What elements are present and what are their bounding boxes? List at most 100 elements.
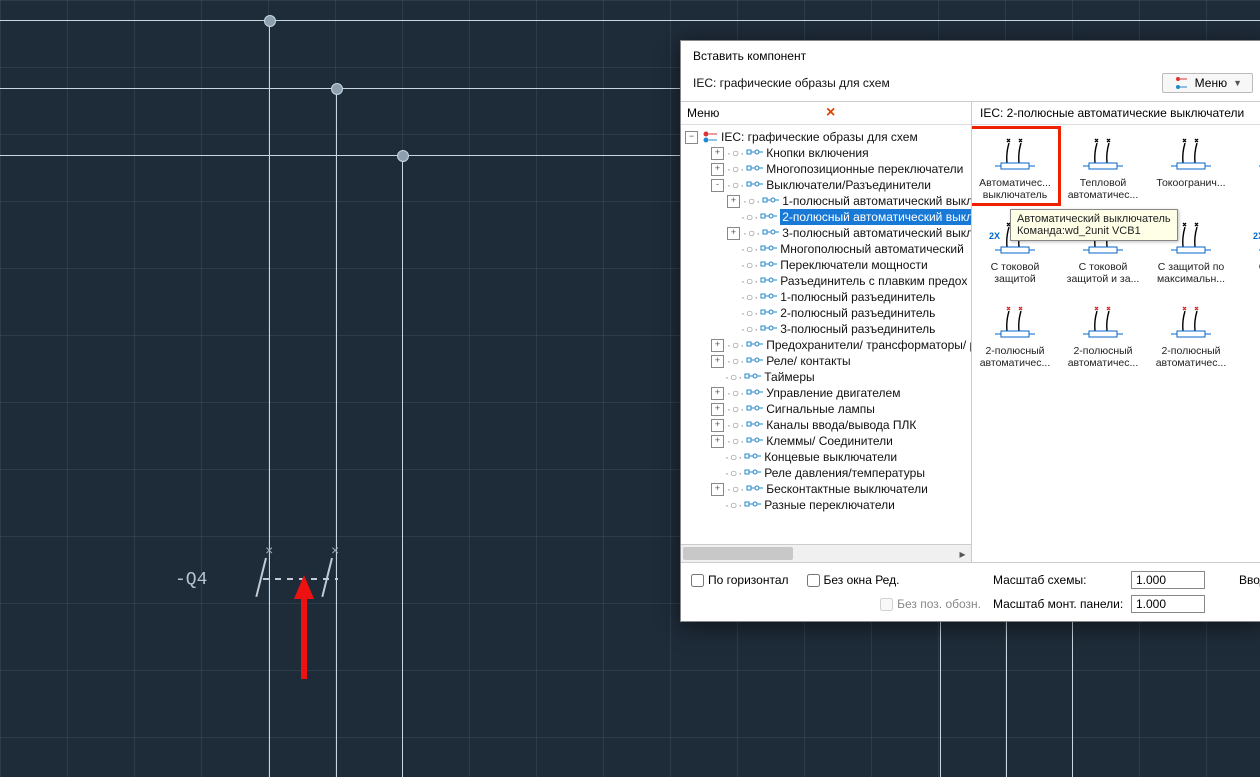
scrollbar-thumb[interactable] — [683, 547, 793, 560]
tree-connector-icon: ·○· — [727, 161, 745, 177]
tree-item[interactable]: ·○· 2-полюсный разъединитель — [685, 305, 971, 321]
scale-scheme-input[interactable] — [1131, 571, 1205, 589]
component-icon — [746, 434, 764, 448]
tree-item[interactable]: +·○·Многопозиционные переключатели — [685, 161, 971, 177]
tree-item[interactable]: ·○·Реле давления/температуры — [685, 465, 971, 481]
tree-connector-icon: ·○· — [727, 385, 745, 401]
tree-item-label: 2-полюсный разъединитель — [780, 305, 935, 321]
tree-root[interactable]: − IEC: графические образы для схем — [685, 129, 971, 145]
tree-item[interactable]: ·○·Разъединитель с плавким предох — [685, 273, 971, 289]
tree-item[interactable]: +·○·Реле/ контакты — [685, 353, 971, 369]
tree-item[interactable]: +·○·Предохранители/ трансформаторы/ р — [685, 337, 971, 353]
tree-item[interactable]: +·○·Бесконтактные выключатели — [685, 481, 971, 497]
tree-item[interactable]: +·○·3-полюсный автоматический выкл — [685, 225, 971, 241]
tree-item[interactable]: ·○·Разные переключатели — [685, 497, 971, 513]
symbol-thumbnail[interactable]: 2XС защитмаксим — [1238, 215, 1260, 285]
svg-text:2X: 2X — [989, 231, 1000, 241]
no-edit-label: Без окна Ред. — [824, 573, 900, 587]
annotation-arrow — [304, 575, 314, 679]
expand-toggle[interactable]: + — [711, 435, 724, 448]
tree-item[interactable]: ·○·Таймеры — [685, 369, 971, 385]
tree-item[interactable]: ·○·Переключатели мощности — [685, 257, 971, 273]
expand-toggle[interactable]: + — [711, 483, 724, 496]
tree-connector-icon: ·○· — [727, 337, 745, 353]
expand-toggle[interactable]: + — [711, 147, 724, 160]
tree-item[interactable]: +·○·1-полюсный автоматический выкл — [685, 193, 971, 209]
symbol-thumbnail[interactable]: 2-полюсныйавтоматичес... — [974, 299, 1056, 369]
tree-header-label: Меню — [687, 106, 826, 120]
svg-text:2X: 2X — [1253, 231, 1260, 241]
thumbnail-label-2: защитой — [974, 273, 1056, 285]
tree-item[interactable]: ·○·3-полюсный разъединитель — [685, 321, 971, 337]
tree-item[interactable]: +·○·Управление двигателем — [685, 385, 971, 401]
tree-connector-icon: ·○· — [741, 289, 759, 305]
tree-connector-icon: ·○· — [741, 241, 759, 257]
drop-line-3 — [402, 155, 403, 777]
tree-item[interactable]: +·○·Кнопки включения — [685, 145, 971, 161]
component-icon — [744, 466, 762, 480]
menu-button[interactable]: Меню ▼ — [1162, 73, 1253, 93]
thumbnail-preview — [1159, 299, 1223, 343]
expand-toggle[interactable]: + — [727, 227, 740, 240]
expand-toggle[interactable]: - — [711, 179, 724, 192]
component-icon — [760, 242, 778, 256]
thumbnail-label-2: максим — [1238, 273, 1260, 285]
tree-root-label: IEC: графические образы для схем — [721, 129, 918, 145]
connection-node — [397, 150, 409, 162]
dialog-bottom-bar: По горизонтал Без окна Ред. Масштаб схем… — [681, 563, 1260, 621]
symbol-thumbnail[interactable]: Токоогранич... — [1150, 131, 1232, 201]
expand-toggle[interactable]: + — [711, 355, 724, 368]
expand-toggle[interactable]: + — [711, 387, 724, 400]
horizontal-label: По горизонтал — [708, 573, 789, 587]
scale-scheme-label: Масштаб схемы: — [993, 573, 1123, 587]
scroll-right-icon[interactable]: ▸ — [954, 545, 971, 562]
tree-item[interactable]: +·○·Каналы ввода/вывода ПЛК — [685, 417, 971, 433]
expand-toggle[interactable]: + — [711, 403, 724, 416]
expand-toggle[interactable]: + — [727, 195, 740, 208]
expand-toggle — [727, 308, 738, 319]
tree-horizontal-scrollbar[interactable]: ◂ ▸ — [681, 544, 971, 562]
thumbnail-label-1: С токовой — [974, 261, 1056, 273]
close-tree-icon[interactable]: × — [826, 107, 965, 119]
expand-toggle[interactable]: + — [711, 163, 724, 176]
component-icon — [744, 450, 762, 464]
tree-scroll[interactable]: − IEC: графические образы для схем +·○·К… — [681, 125, 971, 544]
thumbnail-label-1: Токоогранич... — [1150, 177, 1232, 189]
symbol-thumbnail[interactable]: 2-полюсныйавтоматичес... — [1150, 299, 1232, 369]
menu-icon — [1173, 76, 1189, 90]
thumbnail-preview — [1247, 131, 1260, 175]
thumbnail-label-2: максимальн... — [1150, 273, 1232, 285]
expand-toggle — [711, 452, 722, 463]
drop-line-1 — [269, 20, 270, 777]
symbol-thumbnail[interactable]: Термом — [1238, 131, 1260, 201]
horizontal-checkbox[interactable]: По горизонтал — [691, 573, 789, 587]
symbol-thumbnail[interactable]: 2-полюсныйавтоматичес... — [1062, 299, 1144, 369]
tree-item[interactable]: ·○·Многополюсный автоматический — [685, 241, 971, 257]
expand-toggle — [711, 372, 722, 383]
tree-item[interactable]: ·○·1-полюсный разъединитель — [685, 289, 971, 305]
tree-connector-icon: ·○· — [741, 305, 759, 321]
tree-item[interactable]: +·○·Сигнальные лампы — [685, 401, 971, 417]
scale-panel-input[interactable] — [1131, 595, 1205, 613]
tree-item[interactable]: ·○·Концевые выключатели — [685, 449, 971, 465]
tree-item-label: Таймеры — [764, 369, 814, 385]
tree-item[interactable]: ·○·2-полюсный автоматический выкл — [685, 209, 971, 225]
tree-item[interactable]: -·○·Выключатели/Разъединители — [685, 177, 971, 193]
component-icon — [746, 146, 764, 160]
thumbnail-label-2: автоматичес... — [974, 357, 1056, 369]
expand-toggle[interactable]: + — [711, 339, 724, 352]
tree-connector-icon: ·○· — [741, 257, 759, 273]
component-icon — [746, 162, 764, 176]
expand-toggle[interactable]: − — [685, 131, 698, 144]
tree-item[interactable]: +·○·Клеммы/ Соединители — [685, 433, 971, 449]
symbol-thumbnail[interactable]: Тепловойавтоматичес... — [1062, 131, 1144, 201]
symbol-thumbnail[interactable]: Автоматичес...выключатель — [974, 131, 1056, 201]
thumbnail-label-1: Термом — [1238, 177, 1260, 189]
component-icon — [746, 402, 764, 416]
expand-toggle[interactable]: + — [711, 419, 724, 432]
tree-item-label: Кнопки включения — [766, 145, 868, 161]
expand-toggle — [711, 500, 722, 511]
thumbnail-label-1: 2-полюсный — [974, 345, 1056, 357]
no-edit-checkbox[interactable]: Без окна Ред. — [807, 573, 900, 587]
component-icon — [744, 498, 762, 512]
